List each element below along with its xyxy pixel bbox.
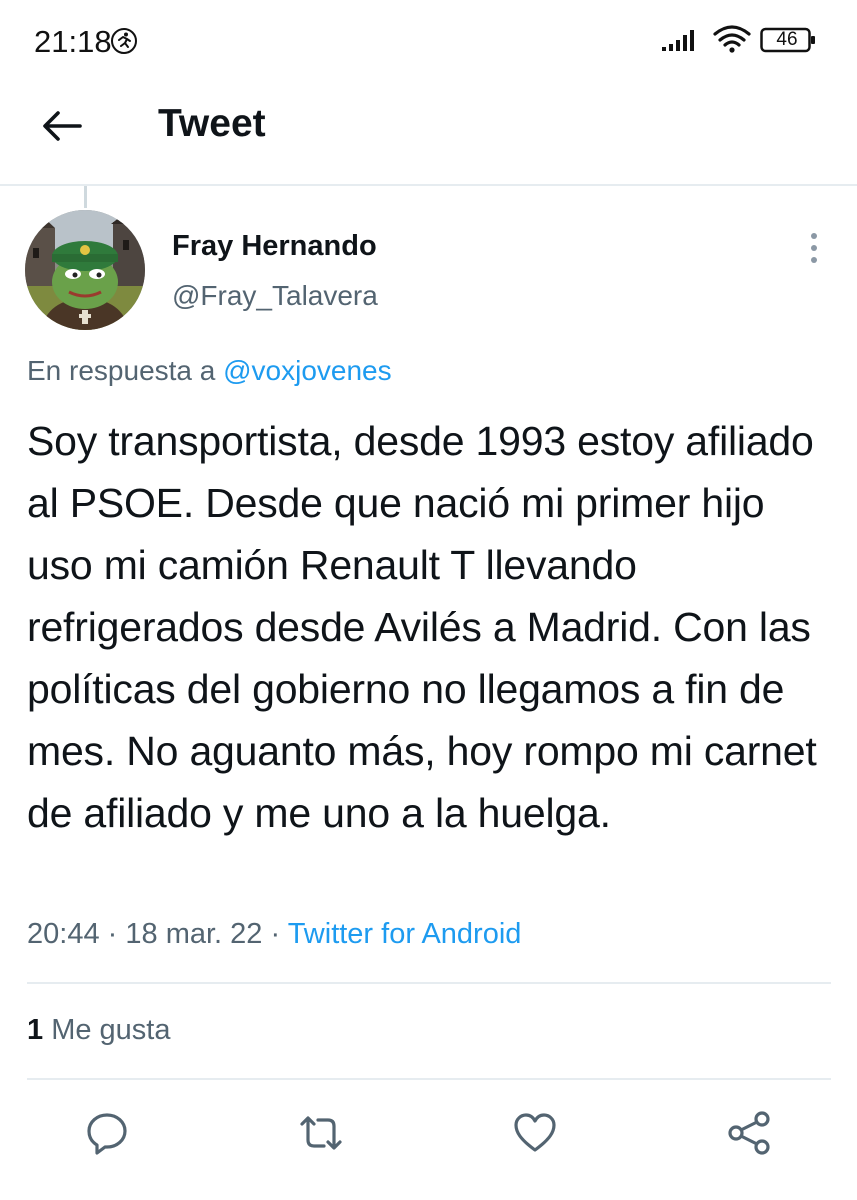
status-bar: 21:18 46: [0, 0, 857, 80]
tweet-source-link[interactable]: Twitter for Android: [288, 918, 522, 950]
author-handle[interactable]: @Fray_Talavera: [172, 280, 378, 312]
tweet-time: 20:44: [27, 918, 100, 950]
likes-count: 1: [27, 1014, 44, 1046]
page-title: Tweet: [158, 102, 266, 145]
tweet-meta: 20:44 · 18 mar. 22 · Twitter for Android: [27, 918, 521, 951]
reply-prefix: En respuesta a: [27, 355, 216, 386]
battery-level: 46: [776, 29, 798, 50]
like-icon[interactable]: [512, 1110, 558, 1156]
status-time: 21:18: [34, 24, 112, 59]
signal-icon: [662, 30, 694, 51]
header-divider: [0, 184, 857, 186]
author-name[interactable]: Fray Hernando: [172, 230, 377, 263]
reply-icon[interactable]: [84, 1110, 130, 1156]
meta-separator: ·: [270, 918, 281, 950]
reply-mention-link[interactable]: @voxjovenes: [223, 355, 392, 386]
avatar-image: [25, 210, 145, 330]
likes-summary[interactable]: 1 Me gusta: [27, 1014, 171, 1047]
share-icon[interactable]: [726, 1110, 772, 1156]
header: Tweet: [0, 80, 857, 184]
tweet-date: 18 mar. 22: [125, 918, 263, 950]
reply-context: En respuesta a @voxjovenes: [27, 355, 392, 387]
divider: [27, 1078, 831, 1080]
meta-separator: ·: [107, 918, 118, 950]
avatar[interactable]: [25, 210, 145, 330]
wifi-icon: [713, 25, 751, 53]
runner-icon: [111, 28, 137, 54]
retweet-icon[interactable]: [298, 1110, 344, 1156]
divider: [27, 982, 831, 984]
tweet-text: Soy transportista, desde 1993 estoy afil…: [27, 418, 817, 836]
likes-label: Me gusta: [51, 1014, 171, 1046]
more-options-icon[interactable]: [804, 230, 824, 266]
thread-connector: [84, 186, 87, 208]
back-arrow-icon[interactable]: [40, 108, 84, 144]
